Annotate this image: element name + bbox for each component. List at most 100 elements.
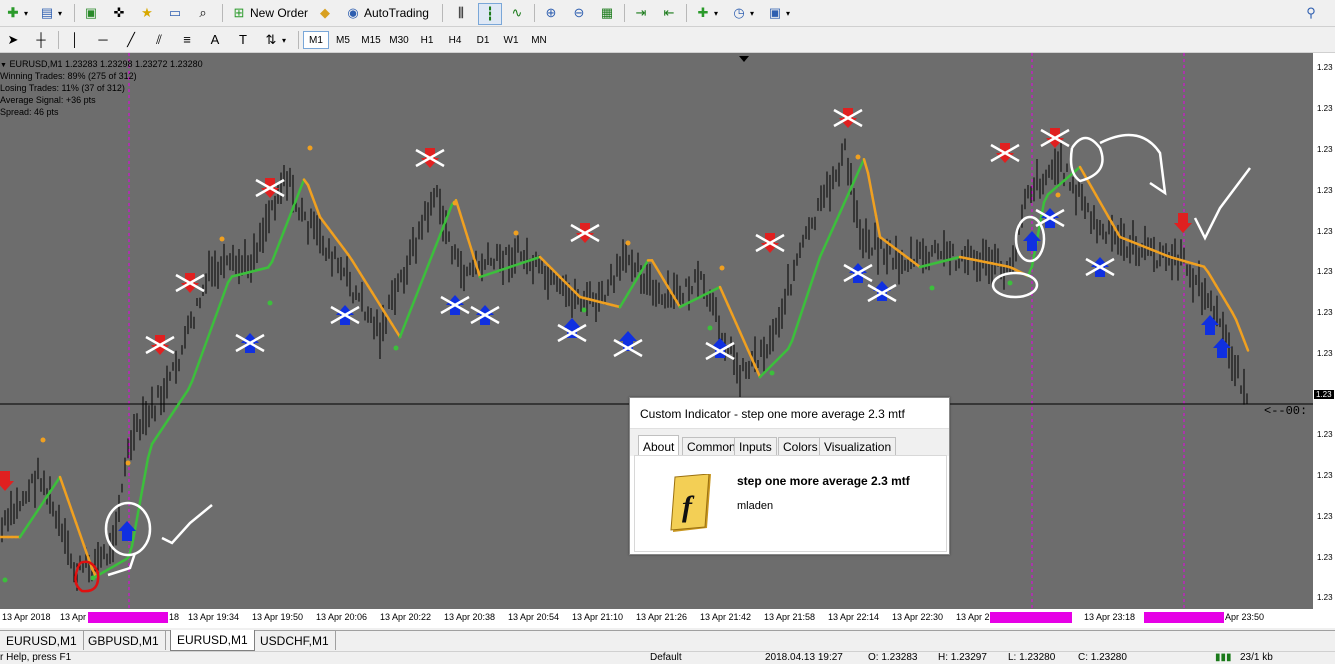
arrows-button[interactable]: ⇅ ▾	[260, 30, 289, 50]
navigator-button[interactable]: ✜	[108, 3, 130, 23]
time-label: 13 Apr 20:06	[316, 612, 368, 622]
channel-button[interactable]: ⫽	[148, 30, 170, 50]
timeframe-m30[interactable]: M30	[386, 31, 412, 49]
moving-average-segment	[446, 203, 454, 217]
connection-icon: ▮▮▮	[1215, 652, 1232, 663]
timeframe-w1[interactable]: W1	[498, 31, 524, 49]
trendline-button[interactable]: ╱	[120, 30, 142, 50]
tab-common[interactable]: Common	[682, 437, 741, 456]
new-order-button[interactable]: ⊞ New Order	[228, 3, 311, 23]
moving-average-segment	[218, 292, 226, 306]
annotation-curve	[1069, 133, 1167, 196]
bar-chart-button[interactable]: ⫼	[450, 3, 472, 23]
time-label: 13 Apr 23:18	[1084, 612, 1136, 622]
moving-average-segment	[822, 237, 830, 250]
timeframe-m5[interactable]: M5	[330, 31, 356, 49]
status-profile: Default	[650, 652, 682, 663]
signal-dot	[219, 236, 225, 242]
indicators-button[interactable]: ✚ ▾	[692, 3, 721, 23]
text-label-button[interactable]: T	[232, 30, 254, 50]
moving-average-segment	[1234, 318, 1242, 332]
moving-average-segment	[838, 202, 846, 214]
fibonacci-button[interactable]: ≡	[176, 30, 198, 50]
tile-windows-button[interactable]: ▦	[596, 3, 618, 23]
chart-shift-button[interactable]: ⇤	[658, 3, 680, 23]
timeframe-d1[interactable]: D1	[470, 31, 496, 49]
channel-icon: ⫽	[156, 32, 162, 47]
chart-tab[interactable]: EURUSD,M1	[0, 631, 84, 650]
price-label: 1.23	[1317, 430, 1333, 439]
favorites-button[interactable]: ★	[136, 3, 158, 23]
moving-average-segment	[818, 246, 826, 259]
clock-icon: ◷	[733, 5, 745, 20]
price-axis: 1.23 1.23 1.23 1.23 1.23 1.23 1.23 1.23 …	[1313, 53, 1335, 628]
current-price-label: 1.23	[1314, 390, 1334, 399]
terminal-button[interactable]: ▭	[164, 3, 186, 23]
moving-average-segment	[718, 285, 726, 298]
time-label: Apr 23:50	[1225, 612, 1265, 622]
moving-average-segment	[794, 315, 802, 331]
indicators-icon: ✚	[697, 5, 709, 20]
moving-average-segment	[742, 339, 750, 352]
zoom-out-button[interactable]: ⊖	[568, 3, 590, 23]
zoom-in-button[interactable]: ⊕	[540, 3, 562, 23]
chart-tab[interactable]: USDCHF,M1	[254, 631, 336, 650]
price-label: 1.23	[1317, 471, 1333, 480]
tab-visualization[interactable]: Visualization	[819, 437, 897, 456]
text-button[interactable]: A	[204, 30, 226, 50]
auto-scroll-icon: ⇥	[635, 5, 647, 20]
bar-chart-icon: ⫼	[458, 5, 464, 20]
moving-average-segment	[1242, 338, 1250, 352]
new-chart-button[interactable]: ✚ ▾	[2, 3, 31, 23]
candlestick-button[interactable]: ┇	[478, 3, 502, 25]
magnifier-icon: ⌕	[199, 5, 207, 20]
timeframe-m15[interactable]: M15	[358, 31, 384, 49]
terminal-icon: ▭	[168, 5, 182, 20]
moving-average-segment	[202, 336, 210, 350]
horizontal-line-icon: ─	[98, 32, 108, 47]
tab-inputs[interactable]: Inputs	[734, 437, 777, 456]
stat-average: Average Signal: +36 pts	[0, 95, 96, 105]
search-button[interactable]: ⚲	[1300, 3, 1322, 23]
line-chart-button[interactable]: ∿	[506, 3, 528, 23]
moving-average-segment	[214, 303, 222, 317]
templates-icon: ▣	[768, 5, 782, 20]
time-label: 13 Apr 21:10	[572, 612, 624, 622]
vertical-line-button[interactable]: │	[64, 30, 86, 50]
signal-dot	[929, 285, 935, 291]
autotrading-button[interactable]: ◉ AutoTrading	[342, 3, 432, 23]
periods-button[interactable]: ◷ ▾	[728, 3, 757, 23]
chart-tab-active[interactable]: EURUSD,M1	[170, 630, 255, 651]
timeframe-mn[interactable]: MN	[526, 31, 552, 49]
moving-average-segment	[310, 194, 318, 208]
cursor-button[interactable]: ➤	[2, 30, 24, 50]
sell-arrow-icon	[1174, 213, 1192, 233]
moving-average-segment	[278, 229, 286, 243]
auto-scroll-button[interactable]: ⇥	[630, 3, 652, 23]
profiles-button[interactable]: ▤ ▾	[36, 3, 65, 23]
tab-about[interactable]: About	[638, 435, 680, 457]
chart-tab[interactable]: GBPUSD,M1	[82, 631, 166, 650]
moving-average-segment	[434, 233, 442, 247]
metaeditor-icon: ◆	[320, 5, 330, 20]
time-label: 13 Apr	[60, 612, 87, 622]
templates-button[interactable]: ▣ ▾	[764, 3, 793, 23]
moving-average-segment	[430, 244, 438, 257]
timeframe-m1[interactable]: M1	[303, 31, 329, 49]
moving-average-segment	[850, 175, 858, 188]
signal-dot	[267, 300, 273, 306]
timeframe-h4[interactable]: H4	[442, 31, 468, 49]
metaeditor-button[interactable]: ◆	[314, 3, 336, 23]
signal-dot	[307, 145, 313, 151]
tab-colors[interactable]: Colors	[778, 437, 823, 456]
horizontal-line-button[interactable]: ─	[92, 30, 114, 50]
crosshair-button[interactable]: ┼	[30, 30, 52, 50]
custom-indicator-dialog: Custom Indicator - step one more average…	[629, 397, 950, 555]
market-watch-icon: ▣	[84, 5, 98, 20]
tester-button[interactable]: ⌕	[192, 3, 214, 23]
autotrading-label: AutoTrading	[364, 6, 429, 20]
profiles-icon: ▤	[40, 5, 54, 20]
market-watch-button[interactable]: ▣	[80, 3, 102, 23]
star-icon: ★	[141, 5, 153, 20]
timeframe-h1[interactable]: H1	[414, 31, 440, 49]
